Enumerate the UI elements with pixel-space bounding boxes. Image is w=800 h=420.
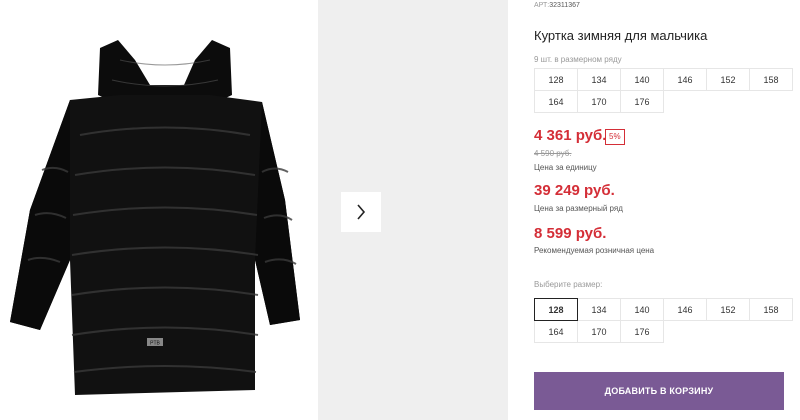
size-option[interactable]: 140 xyxy=(620,298,664,321)
size-range-cell: 152 xyxy=(706,68,750,91)
size-option[interactable]: 164 xyxy=(534,320,578,343)
size-option[interactable]: 158 xyxy=(749,298,793,321)
size-range-cell: 128 xyxy=(534,68,578,91)
article-label: АРТ: xyxy=(534,2,550,9)
row-price: 39 249 руб. xyxy=(534,182,615,199)
size-option[interactable]: 128 xyxy=(534,298,578,321)
jacket-illustration: PTB xyxy=(10,40,300,395)
size-range-cell: 146 xyxy=(663,68,707,91)
size-option[interactable]: 170 xyxy=(577,320,621,343)
add-to-cart-button[interactable]: ДОБАВИТЬ В КОРЗИНУ xyxy=(534,372,784,410)
rrp-price: 8 599 руб. xyxy=(534,225,607,242)
jacket-logo: PTB xyxy=(150,341,160,347)
row-price-caption: Цена за размерный ряд xyxy=(534,204,623,213)
chevron-right-icon xyxy=(357,204,366,220)
size-range-cell: 170 xyxy=(577,90,621,113)
size-selector: 128 134 140 146 152 158 164 170 176 xyxy=(534,298,793,343)
rrp-price-caption: Рекомендуемая розничная цена xyxy=(534,246,655,255)
product-info: АРТ:32311367 Куртка зимняя для мальчика … xyxy=(534,0,800,420)
size-option[interactable]: 146 xyxy=(663,298,707,321)
size-range-cell: 164 xyxy=(534,90,578,113)
size-option[interactable]: 176 xyxy=(620,320,664,343)
size-option[interactable]: 134 xyxy=(577,298,621,321)
product-image: PTB xyxy=(0,0,318,420)
article-value: 32311367 xyxy=(549,2,580,9)
product-title: Куртка зимняя для мальчика xyxy=(534,28,708,43)
article-number: АРТ:32311367 xyxy=(534,2,580,9)
unit-price: 4 361 руб. xyxy=(534,127,607,144)
unit-price-caption: Цена за единицу xyxy=(534,163,597,172)
sizes-note: 9 шт. в размерном ряду xyxy=(534,55,622,64)
discount-badge: 5% xyxy=(605,129,625,145)
next-image-button[interactable] xyxy=(341,192,381,232)
size-range-cell: 134 xyxy=(577,68,621,91)
size-range-cell: 176 xyxy=(620,90,664,113)
size-range-grid: 128 134 140 146 152 158 164 170 176 xyxy=(534,68,793,113)
size-range-cell: 140 xyxy=(620,68,664,91)
size-range-cell: 158 xyxy=(749,68,793,91)
old-price: 4 590 руб. xyxy=(534,149,572,158)
choose-size-label: Выберите размер: xyxy=(534,280,603,289)
size-option[interactable]: 152 xyxy=(706,298,750,321)
